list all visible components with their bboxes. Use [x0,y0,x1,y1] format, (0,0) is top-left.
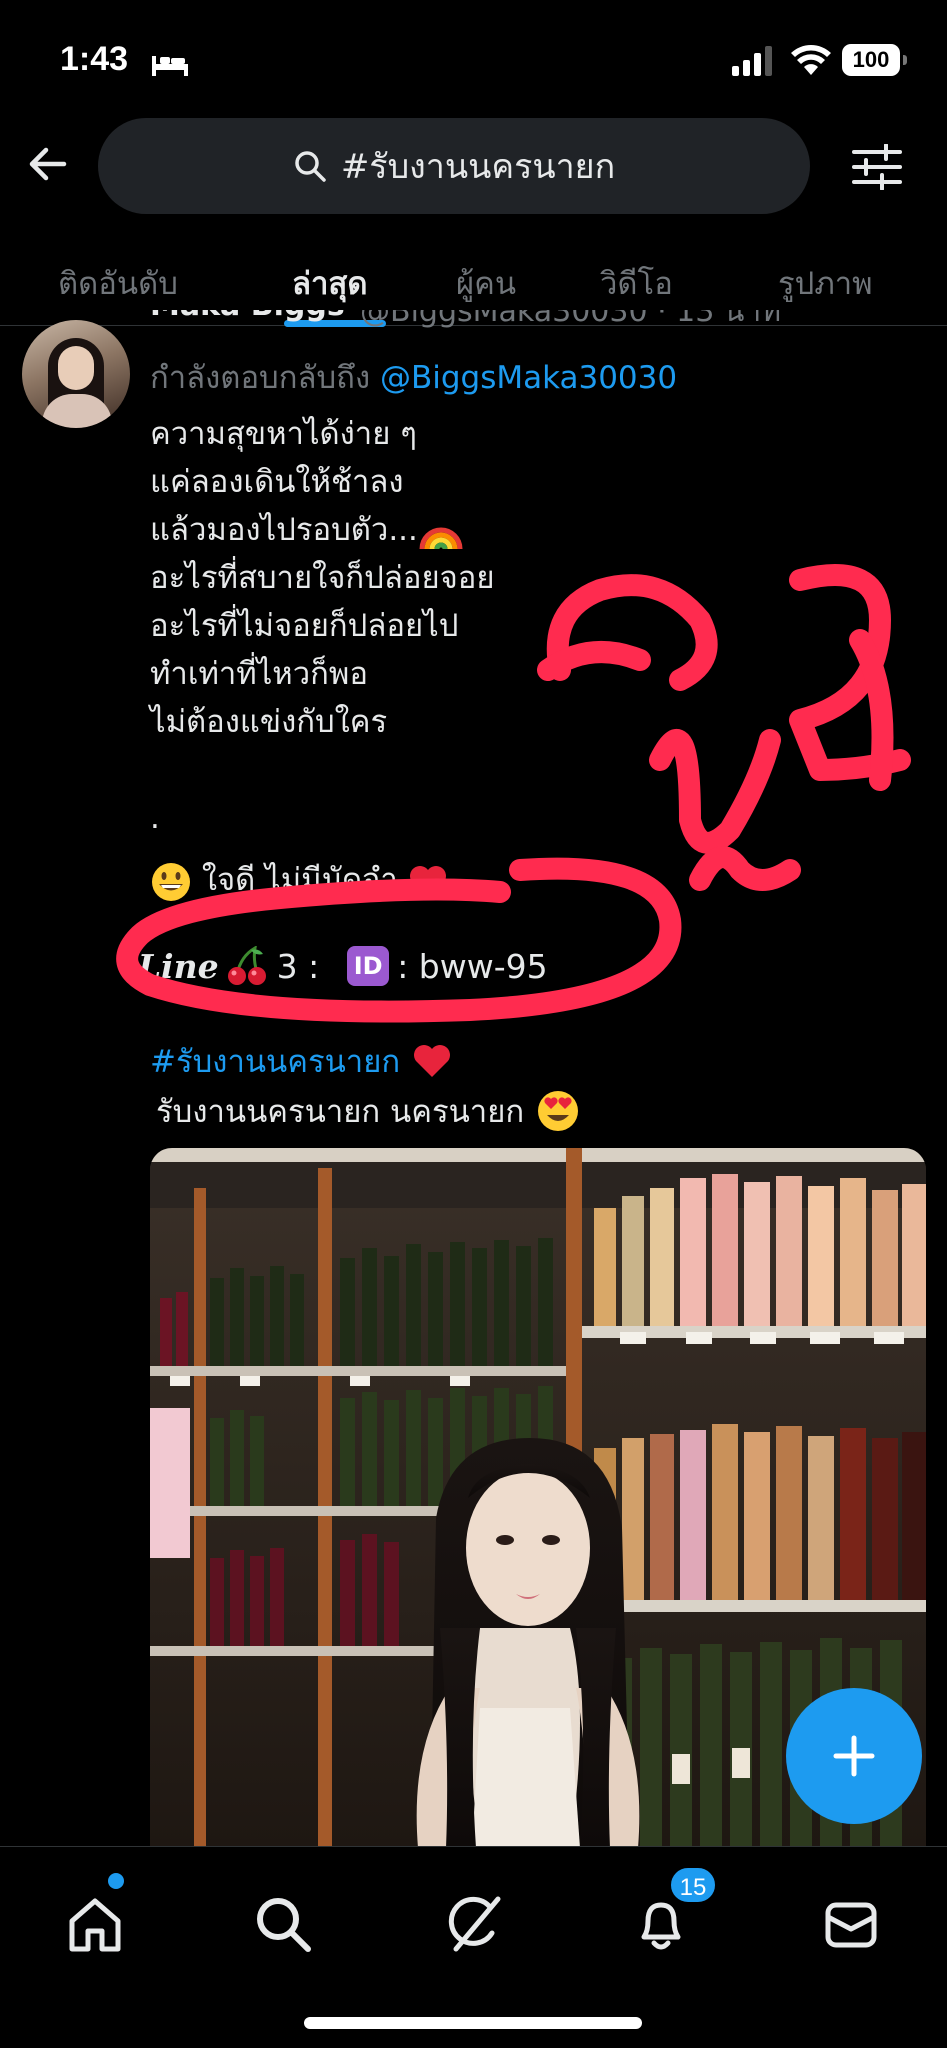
notification-count-badge: 15 [668,1865,718,1905]
post-line: ทำเท่าที่ไหวก็พอ [150,656,368,692]
red-heart-icon [414,1045,451,1077]
cellular-signal-icon [732,46,772,76]
post-line-with-emojis: ใจดี ไม่มีมัดจำ [150,856,850,904]
tagline-text: รับงานนครนายก นครนายก [156,1094,525,1130]
post-text: ความสุขหาได้ง่าย ๆ แค่ลองเดินให้ช้าลง แล… [150,410,850,904]
battery-indicator: 100 [842,44,907,76]
post-author-header[interactable]: Maka Biggs @BiggsMaka30030 · 13 นาที [150,310,930,334]
avatar[interactable] [22,320,130,428]
contact-id: : bww-95 [397,946,548,986]
tab-people[interactable]: ผู้คน [456,258,516,308]
grok-icon[interactable] [442,1893,504,1955]
filter-settings-icon[interactable] [852,144,902,190]
id-badge-icon: ID [347,946,390,986]
post-line: อะไรที่ไม่จอยก็ปล่อยไป [150,608,459,644]
tab-videos[interactable]: วิดีโอ [600,258,673,308]
post-line-with-rainbow: แล้วมองไปรอบตัว... [150,506,850,554]
bottom-navigation: 15 [0,1846,947,2048]
post-line: ไม่ต้องแข่งกับใคร [150,704,388,740]
tagline: รับงานนครนายก นครนายก [156,1086,580,1136]
search-icon[interactable] [252,1893,314,1955]
post-line: . [150,800,160,836]
home-indicator-bar [304,2017,642,2029]
wifi-icon [791,45,831,75]
post-line-text: แล้วมองไปรอบตัว... [150,512,418,548]
compose-button[interactable] [786,1688,922,1824]
reply-mention-link[interactable]: @BiggsMaka30030 [380,360,677,396]
back-arrow-icon[interactable] [24,140,72,188]
tab-latest[interactable]: ล่าสุด [292,258,367,308]
post-line-text: ใจดี ไม่มีมัดจำ [201,862,398,898]
home-icon[interactable] [64,1893,126,1955]
search-input[interactable]: #รับงานนครนายก [98,118,810,214]
contact-line: ε Line 3 : ID : bww-95 [120,938,548,994]
status-bar: 1:43 100 [0,0,947,120]
battery-level: 100 [852,47,890,72]
line-app-label: Line [137,946,219,986]
search-icon [295,151,326,182]
reply-prefix: กำลังตอบกลับถึง [150,360,380,396]
status-time: 1:43 [60,40,129,78]
tab-top[interactable]: ติดอันดับ [58,258,178,308]
grinning-face-icon [152,862,190,901]
plus-icon [833,1735,875,1777]
search-query: #รับงานนครนายก [340,147,616,187]
hashtag-line: #รับงานนครนายก [150,1036,452,1086]
hashtag-link[interactable]: #รับงานนครนายก [150,1036,400,1086]
rainbow-icon [419,527,463,549]
heart-eyes-icon [538,1091,579,1131]
post-line [150,746,850,794]
contact-mid: 3 : [276,946,320,986]
home-unread-dot [108,1873,124,1889]
tab-photos[interactable]: รูปภาพ [778,258,873,308]
sleep-focus-icon [152,56,188,76]
red-heart-icon [409,865,446,898]
reply-context: กำลังตอบกลับถึง @BiggsMaka30030 [150,352,677,402]
author-handle: @BiggsMaka30030 · 13 นาที [360,310,782,329]
author-display-name: Maka Biggs [150,310,345,323]
cherries-icon [227,946,266,985]
post-line: ความสุขหาได้ง่าย ๆ [150,416,417,452]
post-line: แค่ลองเดินให้ช้าลง [150,464,404,500]
post-line: อะไรที่สบายใจก็ปล่อยจอย [150,560,495,596]
mail-icon[interactable] [820,1893,882,1955]
contact-prefix: ε [120,946,138,986]
